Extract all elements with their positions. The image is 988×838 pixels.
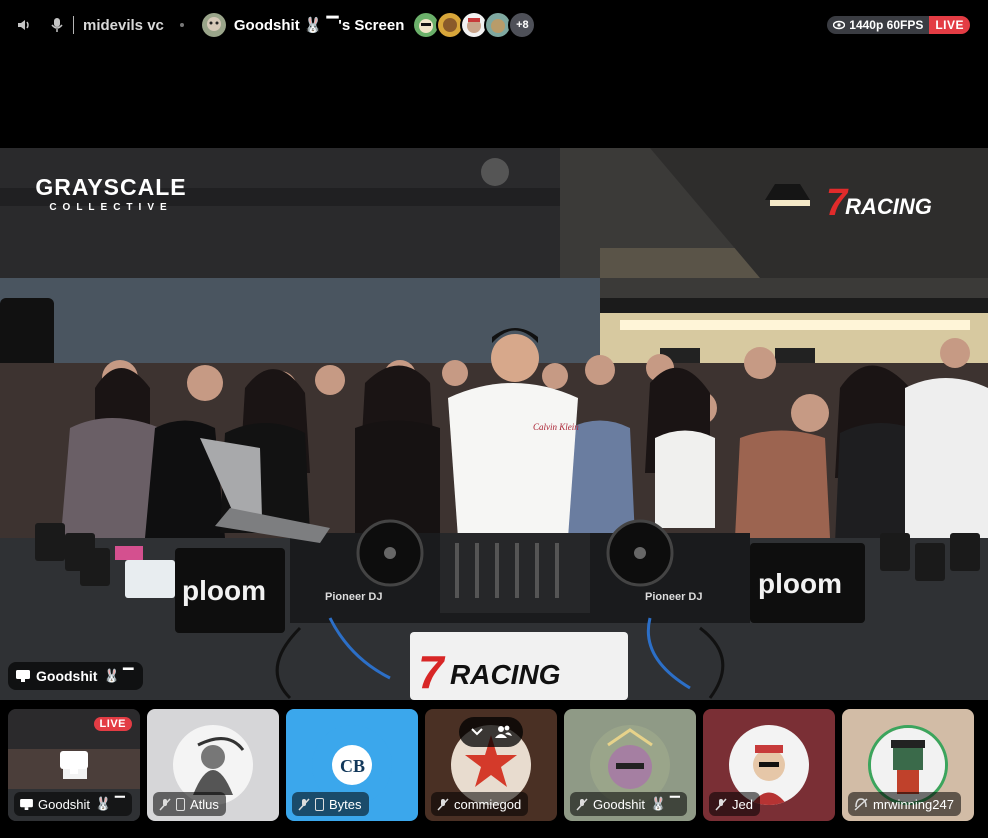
streamer-emoji: 🐰 ▔ — [103, 668, 134, 683]
front-sign-racing: RACING — [450, 659, 560, 690]
grayscale-collective-logo: GRAYSCALE COLLECTIVE — [26, 176, 196, 213]
screen-share-icon — [60, 751, 88, 775]
logo-racing: RACING — [845, 194, 932, 219]
tile-hover-controls[interactable] — [459, 717, 523, 747]
muted-icon — [159, 797, 171, 811]
tile-name-tag: commiegod — [431, 792, 529, 816]
streamer-name: Goodshit — [36, 668, 98, 684]
tile-name-tag: Goodshit 🐰 ▔ — [570, 792, 687, 816]
chevron-down-icon[interactable] — [470, 727, 484, 737]
logo-main-text: GRAYSCALE — [35, 174, 187, 200]
voice-channel-name[interactable]: midevils vc — [83, 17, 164, 34]
tile-name-tag: mrwinning247 — [848, 792, 961, 816]
tile-name-tag: Jed — [709, 792, 760, 816]
stream-video[interactable]: Calvin Klein Pioneer DJ Pioneer DJ ploom… — [0, 148, 988, 700]
tile-emoji: 🐰 ▔ — [650, 796, 680, 811]
microphone-icon[interactable] — [50, 17, 64, 33]
tile-name-tag: Bytes — [292, 792, 369, 816]
add-friends-icon[interactable] — [494, 725, 512, 739]
participant-tile-stream[interactable]: LIVE Goodshit 🐰 ▔ — [8, 709, 140, 821]
front-sign-seven: 7 — [418, 646, 446, 698]
screen-share-icon — [16, 670, 30, 682]
participant-tiles: LIVE Goodshit 🐰 ▔ Atlus CB Bytes commieg… — [8, 709, 980, 821]
tile-name: Goodshit — [38, 796, 91, 812]
tile-name: Atlus — [190, 796, 219, 812]
eye-icon — [833, 20, 846, 30]
ploom-sign-right: ploom — [758, 568, 842, 599]
tile-name: Goodshit — [593, 796, 646, 812]
quality-text: 1440p 60FPS — [849, 18, 924, 32]
streamer-name-tag: Goodshit 🐰 ▔ — [8, 662, 144, 690]
speaker-icon[interactable] — [16, 17, 32, 33]
7t-racing-logo: 7 RACING — [826, 182, 932, 224]
participant-tile-atlus[interactable]: Atlus — [147, 709, 279, 821]
screen-share-icon — [20, 798, 33, 810]
live-badge: LIVE — [929, 16, 970, 34]
participant-tile-bytes[interactable]: CB Bytes — [286, 709, 418, 821]
streamer-avatar[interactable] — [199, 11, 228, 39]
svg-text:CB: CB — [340, 756, 365, 776]
tile-name-tag: Goodshit 🐰 ▔ — [14, 792, 132, 816]
stream-quality-badge: 1440p 60FPS — [827, 16, 930, 34]
stream-scene: Calvin Klein Pioneer DJ Pioneer DJ ploom… — [0, 148, 988, 700]
participant-tile-mrwinning247[interactable]: mrwinning247 — [842, 709, 974, 821]
mobile-icon — [315, 797, 324, 811]
tile-name: mrwinning247 — [873, 796, 954, 812]
tile-live-badge: LIVE — [93, 717, 132, 731]
pioneer-logo-left: Pioneer DJ — [325, 591, 382, 603]
participant-tile-goodshit[interactable]: Goodshit 🐰 ▔ — [564, 709, 696, 821]
tile-name: commiegod — [454, 796, 522, 812]
participant-tile-jed[interactable]: Jed — [703, 709, 835, 821]
extra-viewers-count[interactable]: +8 — [508, 11, 537, 39]
participant-tile-commiegod[interactable]: commiegod — [425, 709, 557, 821]
muted-icon — [298, 797, 310, 811]
stream-title: Goodshit 🐰 ▔'s Screen — [233, 17, 405, 34]
muted-icon — [576, 797, 588, 811]
deafened-icon — [854, 797, 868, 811]
logo-sub-text: COLLECTIVE — [49, 202, 173, 213]
pioneer-logo-right: Pioneer DJ — [645, 591, 702, 603]
mobile-icon — [176, 797, 185, 811]
viewer-avatars[interactable]: +8 — [412, 11, 537, 39]
svg-text:Calvin Klein: Calvin Klein — [533, 422, 579, 432]
muted-icon — [715, 797, 727, 811]
ploom-sign-left: ploom — [182, 575, 266, 606]
tile-name: Bytes — [329, 796, 362, 812]
tile-emoji: 🐰 ▔ — [95, 796, 125, 811]
logo-seven: 7 — [826, 182, 848, 224]
separator-dot — [179, 23, 184, 27]
divider — [73, 16, 74, 34]
tile-name-tag: Atlus — [153, 792, 226, 816]
top-bar: midevils vc Goodshit 🐰 ▔'s Screen +8 144… — [0, 0, 988, 50]
muted-icon — [437, 797, 449, 811]
tile-name: Jed — [732, 796, 753, 812]
